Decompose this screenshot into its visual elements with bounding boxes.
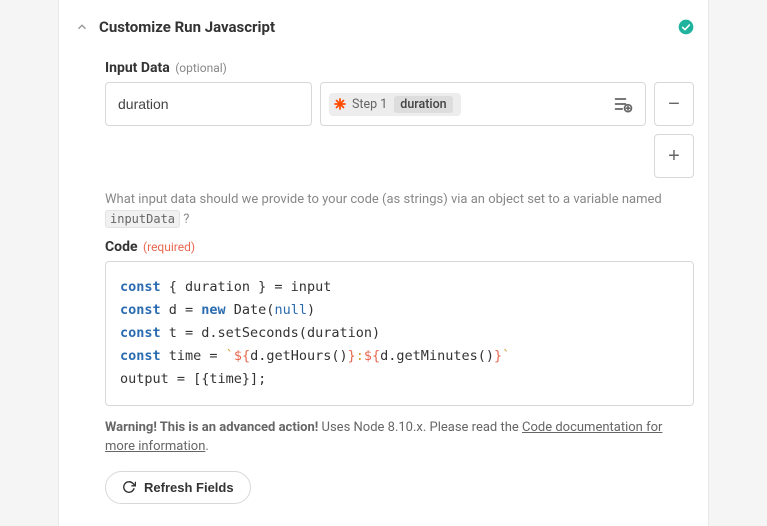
- tok: ${: [364, 348, 380, 364]
- tok: const: [120, 279, 161, 295]
- section-title: Customize Run Javascript: [99, 18, 678, 36]
- tok: `: [226, 348, 234, 364]
- helper-code: inputData: [105, 210, 180, 228]
- tok: }: [494, 348, 502, 364]
- step-pill-field: duration: [394, 96, 452, 113]
- tok: d.getMinutes(): [380, 348, 494, 364]
- tok: const: [120, 348, 161, 364]
- refresh-fields-button[interactable]: Refresh Fields: [105, 471, 251, 504]
- refresh-label: Refresh Fields: [144, 480, 234, 495]
- warning-body: Uses Node 8.10.x. Please read the: [318, 420, 522, 435]
- field-tools: [609, 90, 637, 118]
- helper-suffix: ?: [180, 212, 189, 227]
- input-data-label-text: Input Data: [105, 60, 170, 76]
- refresh-icon: [122, 480, 136, 494]
- code-label: Code (required): [105, 239, 694, 255]
- tok: null: [274, 302, 307, 318]
- tok: time =: [161, 348, 226, 364]
- code-label-text: Code: [105, 239, 138, 255]
- input-data-value-field[interactable]: Step 1 duration: [320, 82, 646, 126]
- tok: :: [356, 348, 364, 364]
- warning-period: .: [205, 439, 208, 454]
- panel-header: Customize Run Javascript: [59, 18, 708, 50]
- step-pill[interactable]: Step 1 duration: [329, 93, 461, 116]
- input-data-key-field[interactable]: [105, 82, 312, 126]
- list-plus-icon: [613, 94, 633, 114]
- helper-prefix: What input data should we provide to you…: [105, 192, 662, 207]
- zapier-icon: [333, 97, 347, 111]
- tok: `: [502, 348, 510, 364]
- warning-text: Warning! This is an advanced action! Use…: [105, 418, 694, 457]
- optional-tag: (optional): [175, 61, 227, 75]
- tok: Date(: [226, 302, 275, 318]
- input-data-label: Input Data (optional): [105, 60, 694, 76]
- tok: ): [307, 302, 315, 318]
- remove-row-button[interactable]: −: [654, 82, 694, 126]
- collapse-toggle[interactable]: [73, 18, 91, 36]
- panel-content: Input Data (optional) Step 1 duration: [59, 60, 708, 504]
- tok: { duration } = input: [161, 279, 332, 295]
- input-data-row: Step 1 duration −: [105, 82, 694, 126]
- code-editor[interactable]: const { duration } = input const d = new…: [105, 261, 694, 406]
- add-row-container: +: [105, 134, 694, 178]
- step-panel: Customize Run Javascript Input Data (opt…: [58, 0, 709, 526]
- step-pill-step: Step 1: [352, 97, 387, 112]
- tok: const: [120, 325, 161, 341]
- tok: new: [201, 302, 225, 318]
- tok: t = d.setSeconds(duration): [161, 325, 380, 341]
- warning-bold: Warning! This is an advanced action!: [105, 420, 318, 435]
- tok: output = [{time}];: [120, 371, 266, 387]
- input-data-helper: What input data should we provide to you…: [105, 190, 694, 229]
- tok: ${: [234, 348, 250, 364]
- tok: d =: [161, 302, 202, 318]
- required-tag: (required): [143, 240, 195, 254]
- tok: }: [348, 348, 356, 364]
- status-success-icon: [678, 19, 694, 35]
- add-row-button[interactable]: +: [654, 134, 694, 178]
- tok: const: [120, 302, 161, 318]
- tok: d.getHours(): [250, 348, 348, 364]
- insert-data-button[interactable]: [609, 90, 637, 118]
- chevron-up-icon: [75, 20, 89, 34]
